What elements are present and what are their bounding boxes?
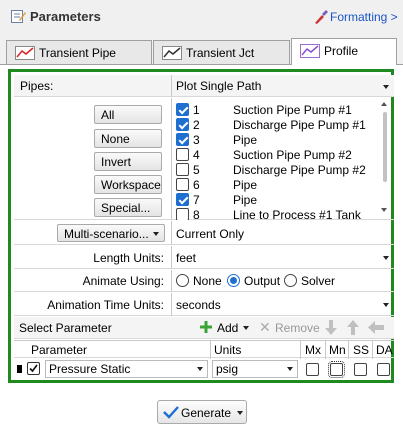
- list-item[interactable]: 2 Discharge Pipe Pump #1: [176, 118, 376, 132]
- list-item[interactable]: 5 Discharge Pipe Pump #2: [176, 163, 376, 177]
- animation-time-units-select[interactable]: seconds: [176, 298, 221, 312]
- header-mx: Mx: [305, 343, 321, 357]
- mx-checkbox[interactable]: [306, 363, 319, 376]
- ss-checkbox[interactable]: [354, 363, 367, 376]
- move-left-icon[interactable]: [368, 321, 384, 337]
- pipe-checkbox[interactable]: [176, 133, 189, 146]
- select-all-button[interactable]: All: [94, 105, 162, 124]
- pipe-selection-area: All None Invert Workspace Special... 1 S…: [14, 98, 394, 220]
- pipe-checkbox[interactable]: [176, 148, 189, 161]
- list-item[interactable]: 1 Suction Pipe Pump #1: [176, 103, 376, 117]
- tab-transient-pipe[interactable]: Transient Pipe: [6, 40, 152, 65]
- multi-scenario-dropdown-icon: [153, 232, 159, 236]
- pipe-checkbox[interactable]: [176, 208, 189, 220]
- da-checkbox[interactable]: [377, 363, 390, 376]
- scenario-value: Current Only: [176, 227, 245, 241]
- tab-profile[interactable]: Profile: [291, 38, 397, 66]
- generate-label: Generate: [181, 406, 232, 420]
- workspace-selection-button[interactable]: Workspace: [94, 175, 162, 194]
- length-units-label: Length Units:: [93, 251, 164, 265]
- pipes-mode-dropdown-icon[interactable]: [383, 85, 389, 89]
- parameter-value: Pressure Static: [49, 362, 131, 376]
- list-item[interactable]: 6 Pipe: [176, 178, 376, 192]
- row-indicator-icon: [17, 365, 22, 373]
- pipes-row: Pipes: Plot Single Path: [14, 75, 394, 97]
- pipe-checkbox[interactable]: [176, 163, 189, 176]
- pipe-checkbox[interactable]: [176, 118, 189, 131]
- header-mn: Mn: [329, 343, 346, 357]
- animate-row: Animate Using: None Output Solver: [14, 270, 394, 292]
- animation-time-units-label: Animation Time Units:: [47, 298, 164, 312]
- units-select[interactable]: psig: [212, 360, 298, 378]
- add-icon[interactable]: [200, 321, 212, 333]
- animate-label: Animate Using:: [82, 274, 164, 288]
- pipe-list-scrollbar[interactable]: [380, 100, 390, 216]
- transient-jct-graph-icon: [162, 46, 182, 60]
- select-none-button[interactable]: None: [94, 129, 162, 148]
- title-bar: Parameters Formatting >: [0, 0, 403, 34]
- formatting-link[interactable]: Formatting >: [330, 10, 398, 24]
- animate-solver-radio[interactable]: [284, 274, 297, 287]
- mn-checkbox[interactable]: [328, 361, 345, 378]
- remove-icon[interactable]: ✕: [259, 319, 271, 336]
- animate-none-label: None: [193, 274, 222, 288]
- animation-time-units-dropdown-icon[interactable]: [383, 303, 389, 307]
- scroll-thumb[interactable]: [383, 112, 387, 182]
- row-checkbox[interactable]: [27, 362, 40, 375]
- list-item[interactable]: 8 Line to Process #1 Tank: [176, 208, 376, 220]
- add-dropdown-icon[interactable]: [243, 326, 249, 330]
- move-down-icon[interactable]: [324, 320, 338, 338]
- header-ss: SS: [353, 343, 370, 357]
- remove-button[interactable]: Remove: [275, 321, 320, 335]
- animation-time-units-row: Animation Time Units: seconds: [14, 293, 394, 316]
- generate-dropdown-icon[interactable]: [237, 411, 243, 415]
- scroll-down-icon[interactable]: [381, 208, 387, 212]
- length-units-row: Length Units: feet: [14, 246, 394, 269]
- parameter-dropdown-icon[interactable]: [197, 367, 203, 371]
- animate-output-radio[interactable]: [227, 274, 240, 287]
- transient-pipe-graph-icon: [15, 46, 35, 60]
- animate-solver-label: Solver: [301, 274, 336, 288]
- header-parameter: Parameter: [31, 343, 88, 357]
- special-selection-button[interactable]: Special...: [94, 198, 162, 217]
- list-item[interactable]: 4 Suction Pipe Pump #2: [176, 148, 376, 162]
- units-dropdown-icon[interactable]: [287, 367, 293, 371]
- profile-settings-panel: Pipes: Plot Single Path All None Invert …: [8, 69, 394, 383]
- units-value: psig: [216, 362, 239, 376]
- formatting-icon: [314, 9, 329, 24]
- tab-transient-jct[interactable]: Transient Jct: [153, 40, 290, 65]
- add-button[interactable]: Add: [217, 321, 238, 335]
- scenario-row: Multi-scenario... Current Only: [14, 221, 394, 245]
- length-units-dropdown-icon[interactable]: [383, 256, 389, 260]
- pipes-label: Pipes:: [20, 79, 54, 93]
- move-up-icon[interactable]: [346, 320, 360, 338]
- pipe-checkbox[interactable]: [176, 178, 189, 191]
- panel-title: Parameters: [30, 9, 101, 24]
- animate-output-label: Output: [244, 274, 281, 288]
- parameter-select[interactable]: Pressure Static: [45, 360, 208, 378]
- parameter-toolbar: Select Parameter Add ✕ Remove: [14, 317, 394, 339]
- table-row[interactable]: Pressure Static psig: [14, 359, 394, 379]
- header-units: Units: [214, 343, 242, 357]
- parameter-grid-header: Parameter Units Mx Mn SS DA: [14, 340, 394, 359]
- scroll-up-icon[interactable]: [381, 102, 387, 106]
- parameters-icon: [10, 8, 26, 24]
- generate-button[interactable]: Generate: [157, 400, 247, 424]
- list-item[interactable]: 7 Pipe: [176, 193, 376, 207]
- pipes-mode-select[interactable]: Plot Single Path: [176, 79, 390, 93]
- length-units-select[interactable]: feet: [176, 251, 196, 265]
- list-item[interactable]: 3 Pipe: [176, 133, 376, 147]
- generate-icon: [163, 405, 179, 421]
- select-parameter-label: Select Parameter: [19, 321, 112, 335]
- animate-none-radio[interactable]: [176, 274, 189, 287]
- invert-selection-button[interactable]: Invert: [94, 152, 162, 171]
- pipe-checkbox[interactable]: [176, 103, 189, 116]
- header-da: DA: [376, 343, 393, 357]
- profile-graph-icon: [300, 44, 320, 58]
- multi-scenario-button[interactable]: Multi-scenario...: [57, 224, 165, 242]
- pipe-checkbox[interactable]: [176, 193, 189, 206]
